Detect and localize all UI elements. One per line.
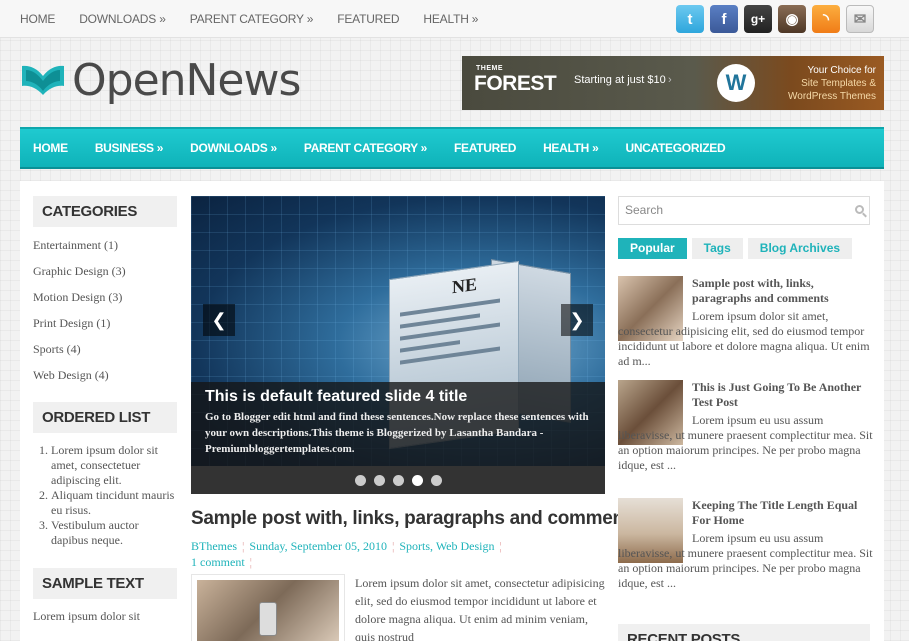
banner-brand-top: THEME xyxy=(476,65,503,72)
banner-arrow-icon: › xyxy=(668,74,672,86)
post-excerpt: Lorem ipsum dolor sit amet, consectetur … xyxy=(355,576,605,641)
popular-post-excerpt: Lorem ipsum eu usu assum liberavisse, ut… xyxy=(618,413,873,472)
slider-dot-3[interactable] xyxy=(392,474,404,486)
nav-parent-category[interactable]: PARENT CATEGORY » xyxy=(304,141,427,155)
ordered-list-heading: ORDERED LIST xyxy=(33,402,177,433)
popular-post-title[interactable]: Keeping The Title Length Equal For Home xyxy=(692,498,872,528)
phone-illustration xyxy=(259,602,277,636)
nav-health[interactable]: HEALTH » xyxy=(543,141,599,155)
slide-title[interactable]: This is default featured slide 4 title xyxy=(205,388,591,406)
category-item[interactable]: Entertainment (1) xyxy=(33,236,177,262)
newspaper-line xyxy=(400,298,500,317)
slider-dot-4[interactable] xyxy=(411,474,423,486)
ordered-list-item: Lorem ipsum dolor sit amet, consectetuer… xyxy=(51,443,177,488)
rss-icon[interactable]: ◝ xyxy=(812,5,840,33)
post-labels[interactable]: Sports, Web Design xyxy=(399,539,494,553)
topnav-downloads[interactable]: DOWNLOADS » xyxy=(79,12,166,26)
banner-tagline-line2: Site Templates & xyxy=(801,78,876,89)
tab-popular[interactable]: Popular xyxy=(618,238,687,259)
social-icons: t f g+ ◉ ◝ ✉ xyxy=(670,5,874,33)
category-item[interactable]: Print Design (1) xyxy=(33,314,177,340)
top-navigation: HOME DOWNLOADS » PARENT CATEGORY » FEATU… xyxy=(20,0,502,38)
slider-prev-button[interactable]: ❮ xyxy=(203,304,235,336)
main-navigation: HOME BUSINESS » DOWNLOADS » PARENT CATEG… xyxy=(20,127,884,169)
ordered-list: Lorem ipsum dolor sit amet, consectetuer… xyxy=(51,443,177,548)
newspaper-heading: NE xyxy=(452,273,478,298)
popular-post-excerpt: Lorem ipsum dolor sit amet, consectetur … xyxy=(618,309,870,368)
newspaper-line xyxy=(400,340,460,353)
category-item[interactable]: Motion Design (3) xyxy=(33,288,177,314)
site-logo[interactable]: OpenNews xyxy=(20,52,301,108)
nav-downloads[interactable]: DOWNLOADS » xyxy=(190,141,277,155)
nav-featured[interactable]: FEATURED xyxy=(454,141,516,155)
post-thumbnail[interactable] xyxy=(191,574,345,641)
slider-dot-5[interactable] xyxy=(430,474,442,486)
popular-post-item: This is Just Going To Be Another Test Po… xyxy=(618,380,873,490)
top-bar: HOME DOWNLOADS » PARENT CATEGORY » FEATU… xyxy=(0,0,909,38)
wordpress-logo-icon: W xyxy=(717,64,755,102)
popular-post-item: Sample post with, links, paragraphs and … xyxy=(618,276,873,376)
banner-tagline-line3: WordPress Themes xyxy=(788,91,876,102)
open-book-icon xyxy=(22,65,64,95)
slider-dot-2[interactable] xyxy=(373,474,385,486)
topnav-health[interactable]: HEALTH » xyxy=(423,12,478,26)
popular-post-title[interactable]: This is Just Going To Be Another Test Po… xyxy=(692,380,872,410)
search-input[interactable]: Search xyxy=(625,197,869,224)
meta-separator: ¦ xyxy=(249,555,253,569)
nav-home[interactable]: HOME xyxy=(33,141,68,155)
banner-tagline: Your Choice for Site Templates & WordPre… xyxy=(766,64,876,103)
ordered-list-item: Vestibulum auctor dapibus neque. xyxy=(51,518,177,548)
banner-price: Starting at just $10 xyxy=(574,74,666,86)
slider-dot-1[interactable] xyxy=(354,474,366,486)
topnav-featured[interactable]: FEATURED xyxy=(337,12,399,26)
ordered-list-item: Aliquam tincidunt mauris eu risus. xyxy=(51,488,177,518)
slide-description: Go to Blogger edit html and find these s… xyxy=(205,411,589,455)
left-sidebar: CATEGORIES Entertainment (1) Graphic Des… xyxy=(33,196,177,624)
search-icon[interactable] xyxy=(855,205,864,214)
instagram-icon[interactable]: ◉ xyxy=(778,5,806,33)
post-comments-link[interactable]: 1 comment xyxy=(191,555,245,569)
google-plus-icon[interactable]: g+ xyxy=(744,5,772,33)
categories-heading: CATEGORIES xyxy=(33,196,177,227)
nav-uncategorized[interactable]: UNCATEGORIZED xyxy=(625,141,725,155)
category-item[interactable]: Sports (4) xyxy=(33,340,177,366)
banner-tagline-line1: Your Choice for xyxy=(807,65,876,76)
nav-business[interactable]: BUSINESS » xyxy=(95,141,164,155)
content-wrapper: CATEGORIES Entertainment (1) Graphic Des… xyxy=(20,181,884,641)
categories-list: Entertainment (1) Graphic Design (3) Mot… xyxy=(33,236,177,392)
banner-brand: FOREST xyxy=(474,72,557,95)
sample-text-body: Lorem ipsum dolor sit xyxy=(33,609,140,623)
site-title: OpenNews xyxy=(72,54,301,106)
slider-pagination xyxy=(191,466,605,494)
meta-separator: ¦ xyxy=(391,539,395,553)
tab-tags[interactable]: Tags xyxy=(691,238,743,259)
meta-separator: ¦ xyxy=(499,539,502,553)
featured-slider: NE ❮ ❯ This is default featured slide 4 … xyxy=(191,196,605,494)
topnav-home[interactable]: HOME xyxy=(20,12,55,26)
search-box[interactable]: Search xyxy=(618,196,870,225)
twitter-icon[interactable]: t xyxy=(676,5,704,33)
slider-next-button[interactable]: ❯ xyxy=(561,304,593,336)
popular-post-item: Keeping The Title Length Equal For Home … xyxy=(618,498,873,608)
popular-post-excerpt: Lorem ipsum eu usu assum liberavisse, ut… xyxy=(618,531,873,590)
popular-post-title[interactable]: Sample post with, links, paragraphs and … xyxy=(692,276,872,306)
recent-posts-heading: RECENT POSTS xyxy=(618,624,870,641)
category-item[interactable]: Web Design (4) xyxy=(33,366,177,392)
sidebar-tabs: Popular Tags Blog Archives xyxy=(618,238,857,259)
facebook-icon[interactable]: f xyxy=(710,5,738,33)
themeforest-banner-ad[interactable]: THEME FOREST Starting at just $10 › W Yo… xyxy=(462,56,884,110)
sample-text-heading: SAMPLE TEXT xyxy=(33,568,177,599)
meta-separator: ¦ xyxy=(242,539,245,553)
topnav-parent-category[interactable]: PARENT CATEGORY » xyxy=(190,12,314,26)
category-item[interactable]: Graphic Design (3) xyxy=(33,262,177,288)
post-date[interactable]: Sunday, September 05, 2010 xyxy=(249,539,387,553)
post-meta: BThemes ¦ Sunday, September 05, 2010 ¦ Sport… xyxy=(191,538,591,570)
slide-caption: This is default featured slide 4 title G… xyxy=(191,382,605,466)
post-author[interactable]: BThemes xyxy=(191,539,237,553)
mail-icon[interactable]: ✉ xyxy=(846,5,874,33)
tab-blog-archives[interactable]: Blog Archives xyxy=(747,238,853,259)
post-thumbnail-image xyxy=(197,580,339,641)
post-title[interactable]: Sample post with, links, paragraphs and … xyxy=(191,508,640,530)
